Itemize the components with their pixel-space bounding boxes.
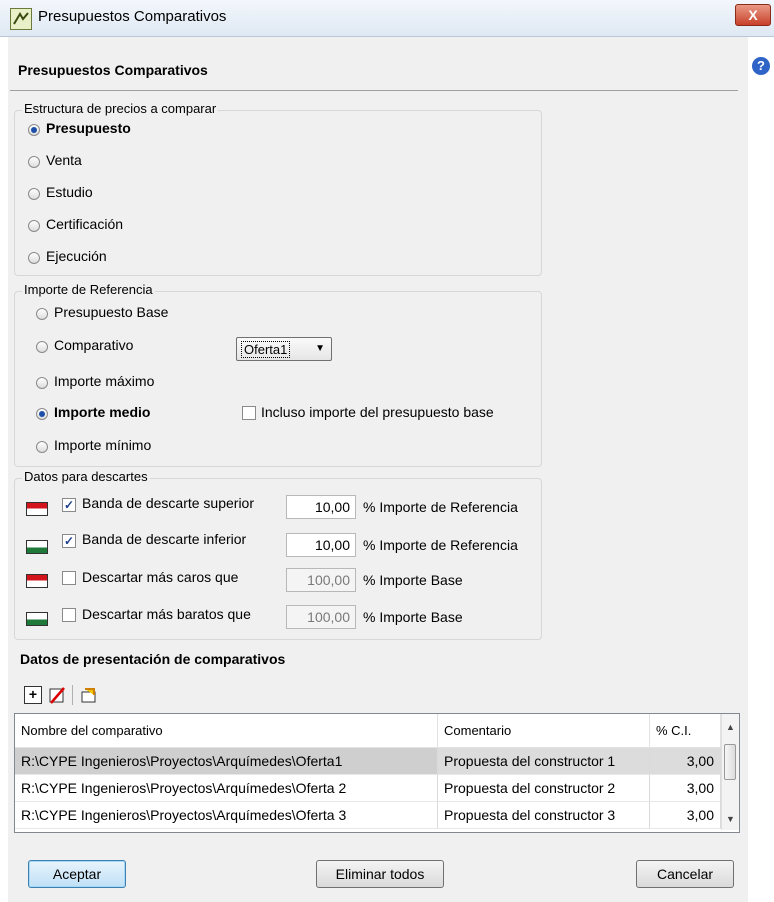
radio-ejecucion-label[interactable]: Ejecución bbox=[46, 248, 107, 264]
heading-divider bbox=[10, 90, 738, 91]
toolbar-separator bbox=[72, 685, 73, 705]
scroll-up-icon[interactable]: ▲ bbox=[726, 722, 735, 732]
radio-comparativo-label[interactable]: Comparativo bbox=[54, 337, 133, 353]
table-scrollbar[interactable]: ▲ ▼ bbox=[721, 714, 739, 830]
radio-presupuesto-base-label[interactable]: Presupuesto Base bbox=[54, 304, 168, 320]
comparativo-dropdown-value: Oferta1 bbox=[241, 341, 291, 358]
radio-importe-maximo[interactable] bbox=[36, 377, 48, 389]
radio-importe-minimo[interactable] bbox=[36, 441, 48, 453]
banda-inferior-unit: % Importe de Referencia bbox=[363, 537, 518, 553]
radio-importe-medio[interactable] bbox=[36, 408, 48, 420]
mas-baratos-unit: % Importe Base bbox=[363, 609, 463, 625]
delete-row-icon[interactable] bbox=[48, 686, 66, 704]
mas-caros-input[interactable]: 100,00 bbox=[286, 568, 356, 592]
radio-importe-medio-label[interactable]: Importe medio bbox=[54, 404, 150, 420]
scroll-down-icon[interactable]: ▼ bbox=[726, 814, 735, 824]
banda-inferior-input[interactable]: 10,00 bbox=[286, 533, 356, 557]
help-icon[interactable]: ? bbox=[752, 57, 770, 75]
banda-inferior-label[interactable]: Banda de descarte inferior bbox=[82, 531, 246, 547]
banda-superior-unit: % Importe de Referencia bbox=[363, 499, 518, 515]
column-header-nombre[interactable]: Nombre del comparativo bbox=[15, 714, 438, 748]
presentacion-heading: Datos de presentación de comparativos bbox=[20, 651, 286, 667]
radio-certificacion-label[interactable]: Certificación bbox=[46, 216, 123, 232]
radio-ejecucion[interactable] bbox=[28, 252, 40, 264]
estructura-legend: Estructura de precios a comparar bbox=[22, 101, 219, 116]
upper-band-icon bbox=[26, 574, 48, 588]
window-title: Presupuestos Comparativos bbox=[38, 8, 227, 25]
mas-caros-checkbox[interactable] bbox=[62, 571, 76, 585]
cell-comentario[interactable]: Propuesta del constructor 2 bbox=[438, 775, 650, 802]
radio-presupuesto-base[interactable] bbox=[36, 308, 48, 320]
lower-band-icon bbox=[26, 612, 48, 626]
banda-superior-label[interactable]: Banda de descarte superior bbox=[82, 495, 254, 511]
radio-venta[interactable] bbox=[28, 156, 40, 168]
column-header-comentario[interactable]: Comentario bbox=[438, 714, 650, 748]
banda-superior-checkbox[interactable]: ✓ bbox=[62, 498, 76, 512]
upper-band-icon bbox=[26, 502, 48, 516]
mas-caros-label[interactable]: Descartar más caros que bbox=[82, 569, 238, 585]
close-button[interactable]: X bbox=[735, 4, 771, 26]
importe-legend: Importe de Referencia bbox=[22, 282, 155, 297]
incluso-label[interactable]: Incluso importe del presupuesto base bbox=[261, 404, 494, 420]
comparativo-dropdown[interactable]: Oferta1 ▼ bbox=[236, 337, 332, 361]
cell-comentario[interactable]: Propuesta del constructor 3 bbox=[438, 802, 650, 829]
cell-nombre[interactable]: R:\CYPE Ingenieros\Proyectos\Arquímedes\… bbox=[15, 748, 438, 775]
dialog-heading: Presupuestos Comparativos bbox=[18, 62, 208, 78]
incluso-checkbox[interactable] bbox=[242, 406, 256, 420]
cancel-button[interactable]: Cancelar bbox=[636, 860, 734, 888]
radio-certificacion[interactable] bbox=[28, 220, 40, 232]
radio-estudio[interactable] bbox=[28, 188, 40, 200]
add-row-icon[interactable]: + bbox=[24, 686, 42, 704]
cell-ci[interactable]: 3,00 bbox=[650, 802, 721, 829]
radio-importe-maximo-label[interactable]: Importe máximo bbox=[54, 373, 154, 389]
banda-inferior-checkbox[interactable]: ✓ bbox=[62, 534, 76, 548]
radio-presupuesto[interactable] bbox=[28, 124, 40, 136]
mas-baratos-label[interactable]: Descartar más baratos que bbox=[82, 606, 251, 622]
mas-baratos-input[interactable]: 100,00 bbox=[286, 605, 356, 629]
comparativos-toolbar: + bbox=[10, 680, 738, 710]
cell-ci[interactable]: 3,00 bbox=[650, 775, 721, 802]
mas-baratos-checkbox[interactable] bbox=[62, 608, 76, 622]
radio-estudio-label[interactable]: Estudio bbox=[46, 184, 93, 200]
column-header-ci[interactable]: % C.I. bbox=[650, 714, 721, 748]
chevron-down-icon: ▼ bbox=[315, 343, 325, 354]
comparativos-table: Nombre del comparativo Comentario % C.I.… bbox=[14, 713, 740, 833]
banda-superior-input[interactable]: 10,00 bbox=[286, 495, 356, 519]
cell-ci[interactable]: 3,00 bbox=[650, 748, 721, 775]
descartes-legend: Datos para descartes bbox=[22, 469, 150, 484]
radio-comparativo[interactable] bbox=[36, 341, 48, 353]
radio-venta-label[interactable]: Venta bbox=[46, 152, 82, 168]
scroll-thumb[interactable] bbox=[724, 744, 736, 780]
accept-button[interactable]: Aceptar bbox=[28, 860, 126, 888]
cell-nombre[interactable]: R:\CYPE Ingenieros\Proyectos\Arquímedes\… bbox=[15, 775, 438, 802]
radio-importe-minimo-label[interactable]: Importe mínimo bbox=[54, 437, 151, 453]
mas-caros-unit: % Importe Base bbox=[363, 572, 463, 588]
radio-presupuesto-label[interactable]: Presupuesto bbox=[46, 120, 131, 136]
edit-row-icon[interactable] bbox=[80, 686, 98, 704]
cell-comentario[interactable]: Propuesta del constructor 1 bbox=[438, 748, 650, 775]
delete-all-button[interactable]: Eliminar todos bbox=[316, 860, 444, 888]
lower-band-icon bbox=[26, 540, 48, 554]
app-logo-icon bbox=[10, 8, 32, 30]
cell-nombre[interactable]: R:\CYPE Ingenieros\Proyectos\Arquímedes\… bbox=[15, 802, 438, 829]
title-bar: Presupuestos Comparativos X bbox=[0, 0, 774, 37]
